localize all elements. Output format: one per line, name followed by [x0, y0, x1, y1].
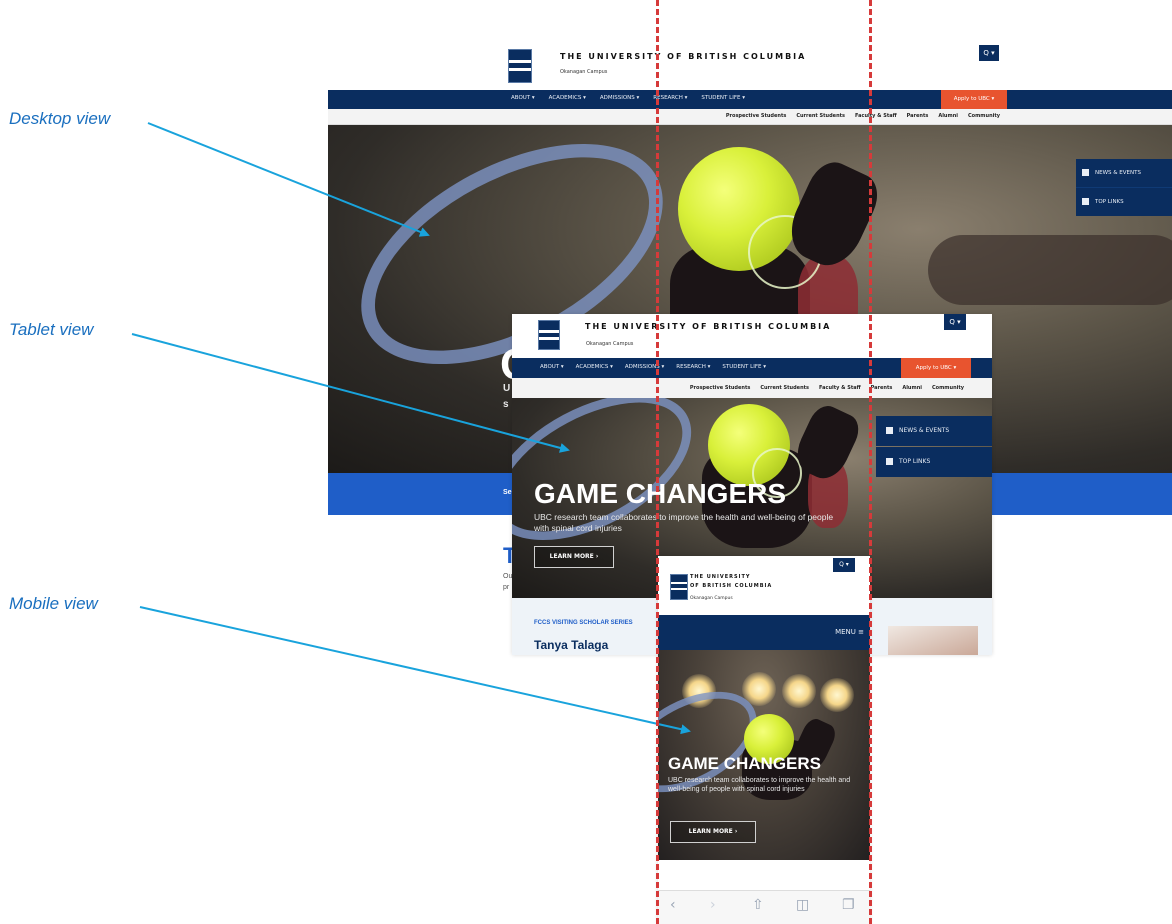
- speaker-photo: [888, 626, 978, 655]
- desktop-nav-bar: ABOUT ▾ ACADEMICS ▾ ADMISSIONS ▾ RESEARC…: [328, 90, 1172, 109]
- hero-sub-fragment: U: [503, 383, 511, 394]
- calendar-icon: [1082, 169, 1089, 176]
- top-links-link[interactable]: TOP LINKS: [1076, 187, 1172, 216]
- back-icon[interactable]: ‹: [670, 897, 676, 913]
- audience-prospective[interactable]: Prospective Students: [690, 385, 750, 391]
- audience-community[interactable]: Community: [968, 113, 1000, 119]
- nav-about[interactable]: ABOUT ▾: [511, 95, 535, 101]
- tablet-nav-bar: ABOUT ▾ ACADEMICS ▾ ADMISSIONS ▾ RESEARC…: [512, 358, 992, 378]
- external-link-icon: [886, 458, 893, 465]
- share-icon[interactable]: ⇧: [752, 897, 764, 913]
- mobile-hero-image: GAME CHANGERS UBC research team collabor…: [658, 650, 870, 860]
- search-button[interactable]: Q ▾: [979, 45, 999, 61]
- audience-prospective[interactable]: Prospective Students: [726, 113, 786, 119]
- hero-title: GAME CHANGERS: [668, 754, 822, 773]
- learn-more-button[interactable]: LEARN MORE ›: [670, 821, 756, 843]
- hero-subtitle: UBC research team collaborates to improv…: [534, 512, 834, 533]
- news-events-link[interactable]: NEWS & EVENTS: [1076, 159, 1172, 187]
- desktop-header: THE UNIVERSITY OF BRITISH COLUMBIA Okana…: [328, 43, 1172, 89]
- bookmarks-icon[interactable]: ◫: [796, 897, 809, 913]
- university-name: THE UNIVERSITY OF BRITISH COLUMBIA: [560, 52, 807, 61]
- audience-parents[interactable]: Parents: [907, 113, 929, 119]
- audience-alumni[interactable]: Alumni: [902, 385, 922, 391]
- ubc-crest-icon: [538, 320, 560, 350]
- nav-about[interactable]: ABOUT ▾: [540, 364, 564, 370]
- search-button[interactable]: Q ▾: [833, 558, 855, 572]
- tablet-view-label: Tablet view: [9, 320, 94, 339]
- university-name-line1: THE UNIVERSITY: [690, 574, 751, 580]
- mobile-width-guide-left: [656, 0, 659, 924]
- calendar-icon: [886, 427, 893, 434]
- audience-alumni[interactable]: Alumni: [938, 113, 958, 119]
- audience-current[interactable]: Current Students: [796, 113, 845, 119]
- desktop-view-label: Desktop view: [9, 109, 111, 128]
- top-links-link[interactable]: TOP LINKS: [876, 447, 992, 477]
- apply-button[interactable]: Apply to UBC ▾: [901, 358, 971, 378]
- apply-button[interactable]: Apply to UBC ▾: [941, 90, 1007, 109]
- mobile-browser-toolbar: ‹ › ⇧ ◫ ❐: [658, 890, 870, 924]
- mobile-width-guide-right: [869, 0, 872, 924]
- mobile-view-label: Mobile view: [9, 594, 98, 613]
- audience-bar: Prospective Students Current Students Fa…: [512, 378, 992, 399]
- campus-name: Okanagan Campus: [586, 341, 634, 347]
- mobile-header: THE UNIVERSITY OF BRITISH COLUMBIA Okana…: [658, 556, 870, 614]
- audience-faculty[interactable]: Faculty & Staff: [819, 385, 861, 391]
- university-name-line2: OF BRITISH COLUMBIA: [690, 583, 773, 589]
- news-events-link[interactable]: NEWS & EVENTS: [876, 416, 992, 446]
- learn-more-button[interactable]: LEARN MORE ›: [534, 546, 614, 568]
- ubc-crest-icon: [670, 574, 688, 600]
- forward-icon[interactable]: ›: [710, 897, 716, 913]
- search-button[interactable]: Q ▾: [944, 314, 966, 330]
- audience-current[interactable]: Current Students: [760, 385, 809, 391]
- audience-parents[interactable]: Parents: [871, 385, 893, 391]
- campus-name: Okanagan Campus: [560, 69, 608, 75]
- series-label: FCCS VISITING SCHOLAR SERIES: [534, 620, 633, 626]
- tablet-header: THE UNIVERSITY OF BRITISH COLUMBIA Okana…: [512, 314, 992, 356]
- audience-bar: Prospective Students Current Students Fa…: [328, 109, 1172, 125]
- audience-community[interactable]: Community: [932, 385, 964, 391]
- audience-faculty[interactable]: Faculty & Staff: [855, 113, 897, 119]
- nav-academics[interactable]: ACADEMICS ▾: [576, 364, 613, 370]
- nav-academics[interactable]: ACADEMICS ▾: [549, 95, 586, 101]
- campus-name: Okanagan Campus: [690, 596, 733, 601]
- speaker-name: Tanya Talaga: [534, 638, 609, 652]
- nav-student-life[interactable]: STUDENT LIFE ▾: [722, 364, 766, 370]
- nav-research[interactable]: RESEARCH ▾: [676, 364, 710, 370]
- tabs-icon[interactable]: ❐: [842, 897, 855, 913]
- hero-subtitle: UBC research team collaborates to improv…: [668, 777, 851, 793]
- ubc-crest-icon: [508, 49, 532, 83]
- university-name: THE UNIVERSITY OF BRITISH COLUMBIA: [585, 322, 832, 331]
- nav-student-life[interactable]: STUDENT LIFE ▾: [701, 95, 745, 101]
- mobile-nav-bar: MENU ≡: [658, 615, 870, 650]
- mobile-screenshot: THE UNIVERSITY OF BRITISH COLUMBIA Okana…: [658, 556, 870, 924]
- hero-title: GAME CHANGERS: [534, 478, 787, 509]
- menu-button[interactable]: MENU ≡: [835, 628, 864, 636]
- nav-admissions[interactable]: ADMISSIONS ▾: [600, 95, 639, 101]
- external-link-icon: [1082, 198, 1089, 205]
